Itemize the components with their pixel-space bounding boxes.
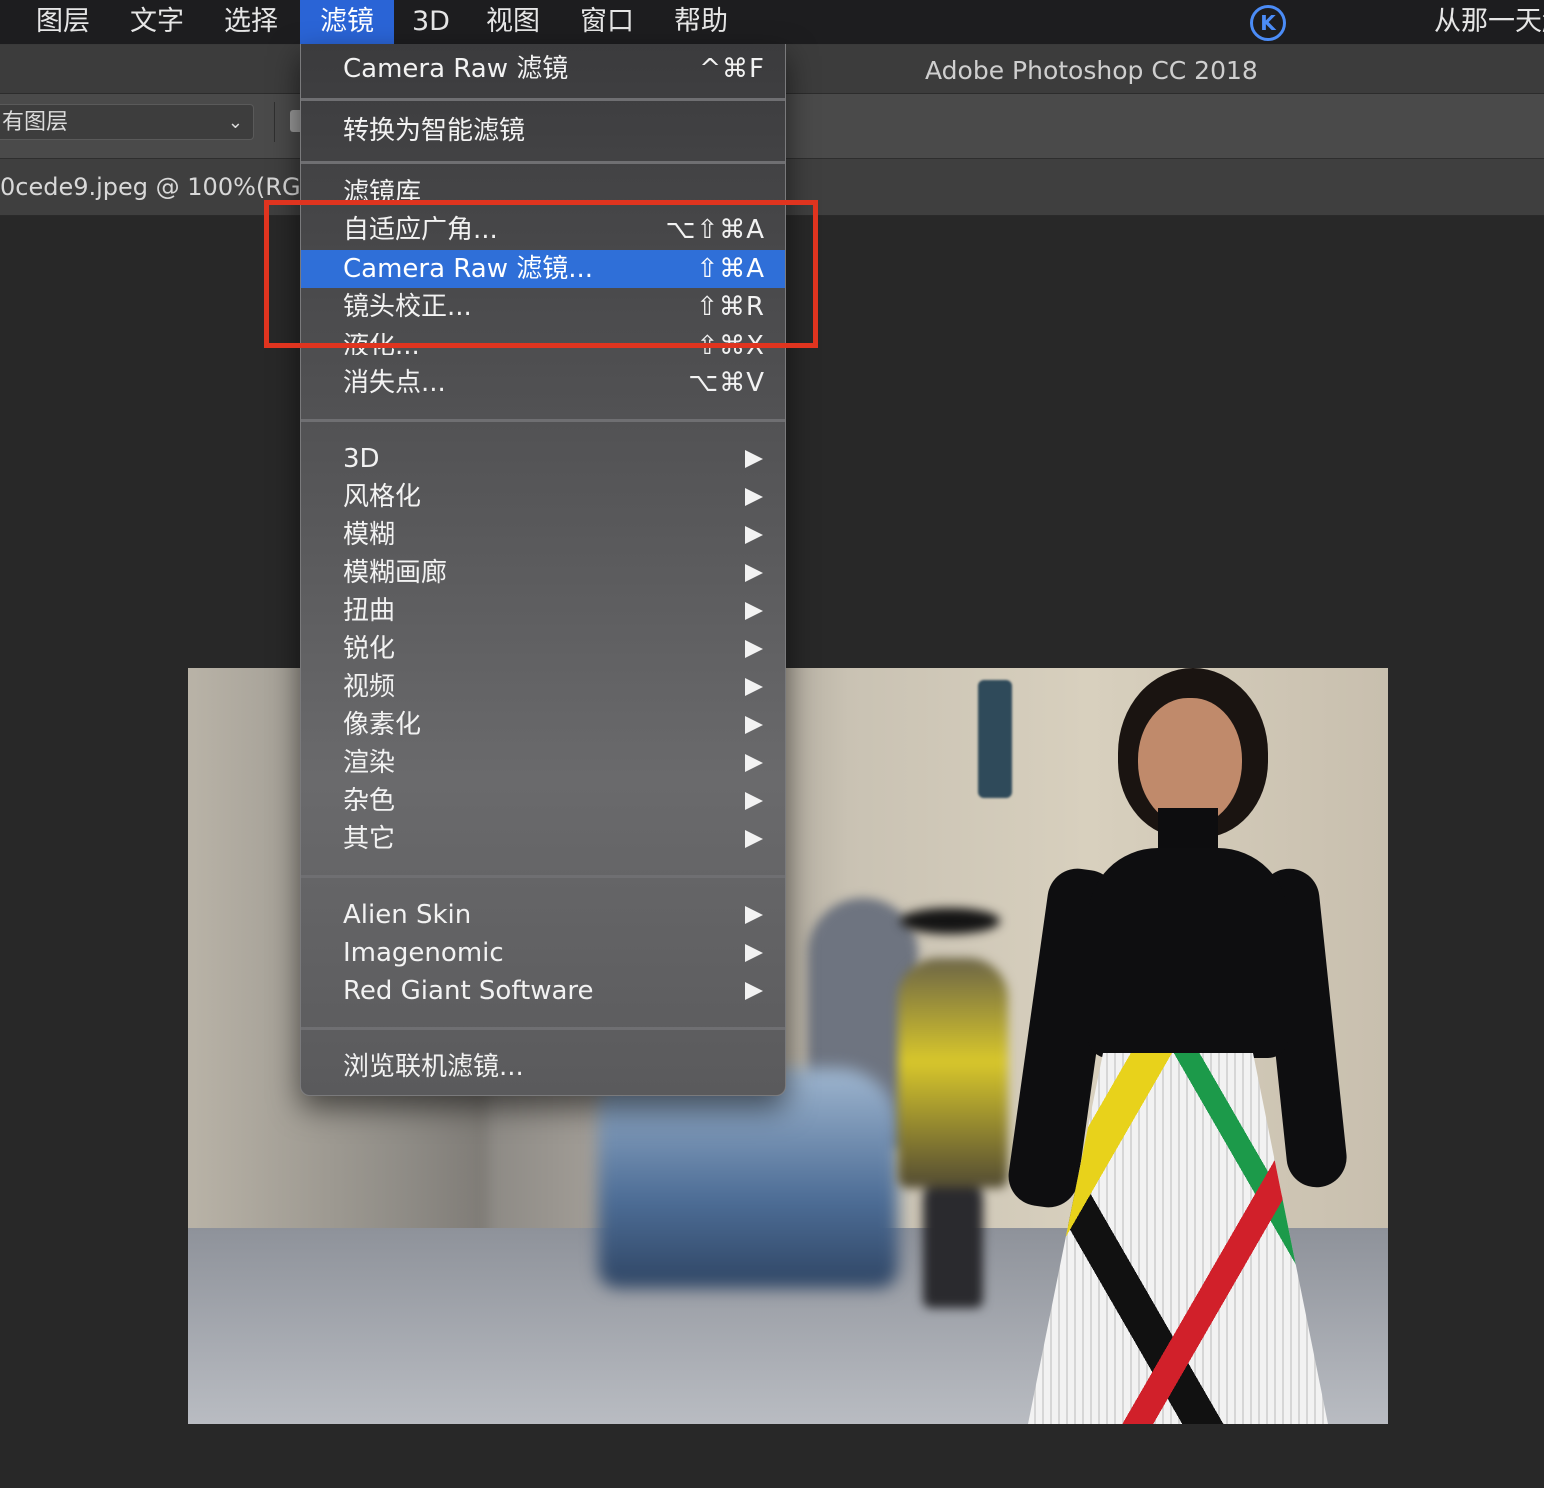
submenu-arrow-icon — [745, 830, 763, 848]
layer-sample-value: 有图层 — [2, 110, 69, 135]
menu-separator — [301, 875, 785, 878]
submenu-pixelate[interactable]: 像素化 — [301, 706, 785, 744]
submenu-arrow-icon — [745, 906, 763, 924]
menu-type[interactable]: 文字 — [130, 0, 184, 44]
menu-item-label: 锐化 — [343, 634, 396, 664]
photo-car — [598, 1068, 898, 1288]
submenu-video[interactable]: 视频 — [301, 668, 785, 706]
submenu-arrow-icon — [745, 716, 763, 734]
submenu-arrow-icon — [745, 488, 763, 506]
menu-item-label: Red Giant Software — [343, 976, 594, 1006]
options-divider — [274, 102, 275, 142]
photo-coat — [898, 958, 1008, 1188]
menu-item-label: 像素化 — [343, 710, 422, 740]
annotation-highlight-box — [264, 200, 818, 348]
menu-item-label: 扭曲 — [343, 596, 396, 626]
submenu-imagenomic[interactable]: Imagenomic — [301, 934, 785, 972]
submenu-arrow-icon — [745, 678, 763, 696]
photo-legs — [923, 1188, 983, 1308]
photo-woman — [1004, 668, 1350, 1424]
menu-help[interactable]: 帮助 — [674, 0, 728, 44]
menu-item-label: 消失点... — [343, 368, 446, 398]
menu-item-label: 渲染 — [343, 748, 396, 778]
submenu-arrow-icon — [745, 450, 763, 468]
app-title: Adobe Photoshop CC 2018 — [925, 56, 1258, 85]
submenu-render[interactable]: 渲染 — [301, 744, 785, 782]
layer-sample-select[interactable]: 有图层 ⌄ — [0, 104, 254, 140]
submenu-stylize[interactable]: 风格化 — [301, 478, 785, 516]
submenu-arrow-icon — [745, 602, 763, 620]
photo-face — [1138, 698, 1242, 826]
menu-item-browse-filters-online[interactable]: 浏览联机滤镜... — [301, 1048, 785, 1086]
submenu-3d[interactable]: 3D — [301, 440, 785, 478]
menu-item-shortcut: ^⌘F — [699, 54, 765, 84]
photo-torso — [1088, 848, 1288, 1058]
menu-bar: 图层 文字 选择 滤镜 3D 视图 窗口 帮助 K 从那一天起 — [0, 0, 1544, 45]
menu-item-label: 视频 — [343, 672, 396, 702]
menu-view[interactable]: 视图 — [486, 0, 540, 44]
submenu-blur-gallery[interactable]: 模糊画廊 — [301, 554, 785, 592]
submenu-arrow-icon — [745, 754, 763, 772]
menu-separator — [301, 98, 785, 101]
menu-select[interactable]: 选择 — [224, 0, 278, 44]
photo-hat — [900, 908, 1000, 934]
submenu-arrow-icon — [745, 564, 763, 582]
submenu-arrow-icon — [745, 792, 763, 810]
menu-item-shortcut: ⌥⌘V — [688, 368, 765, 398]
menu-item-label: 浏览联机滤镜... — [343, 1052, 524, 1082]
menu-separator — [301, 1027, 785, 1030]
menu-separator — [301, 419, 785, 422]
menu-item-label: 风格化 — [343, 482, 422, 512]
menu-item-label: 其它 — [343, 824, 396, 854]
submenu-red-giant-software[interactable]: Red Giant Software — [301, 972, 785, 1010]
submenu-alien-skin[interactable]: Alien Skin — [301, 896, 785, 934]
photo-sign — [978, 680, 1012, 798]
menu-item-filter-gallery[interactable]: 滤镜库 — [301, 172, 785, 202]
photo-background-person — [888, 908, 1018, 1308]
menu-item-label: 模糊画廊 — [343, 558, 448, 588]
menu-filter[interactable]: 滤镜 — [300, 0, 394, 44]
menu-item-label: Camera Raw 滤镜 — [343, 54, 569, 84]
menu-item-label: 杂色 — [343, 786, 396, 816]
menu-window[interactable]: 窗口 — [580, 0, 634, 44]
menu-layer[interactable]: 图层 — [36, 0, 90, 44]
submenu-arrow-icon — [745, 640, 763, 658]
submenu-arrow-icon — [745, 982, 763, 1000]
menu-item-label: Alien Skin — [343, 900, 472, 930]
submenu-blur[interactable]: 模糊 — [301, 516, 785, 554]
user-name[interactable]: 从那一天起 — [1434, 0, 1544, 44]
menu-separator — [301, 161, 785, 164]
chevron-down-icon: ⌄ — [227, 112, 243, 133]
menu-item-camera-raw-last[interactable]: Camera Raw 滤镜 ^⌘F — [301, 50, 785, 88]
submenu-noise[interactable]: 杂色 — [301, 782, 785, 820]
submenu-arrow-icon — [745, 944, 763, 962]
menu-item-vanishing-point[interactable]: 消失点... ⌥⌘V — [301, 364, 785, 402]
submenu-other[interactable]: 其它 — [301, 820, 785, 858]
menu-item-convert-smart-filter[interactable]: 转换为智能滤镜 — [301, 112, 785, 150]
submenu-sharpen[interactable]: 锐化 — [301, 630, 785, 668]
menu-item-label: 3D — [343, 444, 380, 474]
k-app-icon[interactable]: K — [1250, 5, 1286, 41]
submenu-arrow-icon — [745, 526, 763, 544]
menu-3d[interactable]: 3D — [412, 0, 450, 44]
menu-item-label: 滤镜库 — [343, 178, 422, 202]
menu-item-label: 转换为智能滤镜 — [343, 116, 526, 146]
menu-item-label: Imagenomic — [343, 938, 504, 968]
submenu-distort[interactable]: 扭曲 — [301, 592, 785, 630]
menu-item-label: 模糊 — [343, 520, 396, 550]
